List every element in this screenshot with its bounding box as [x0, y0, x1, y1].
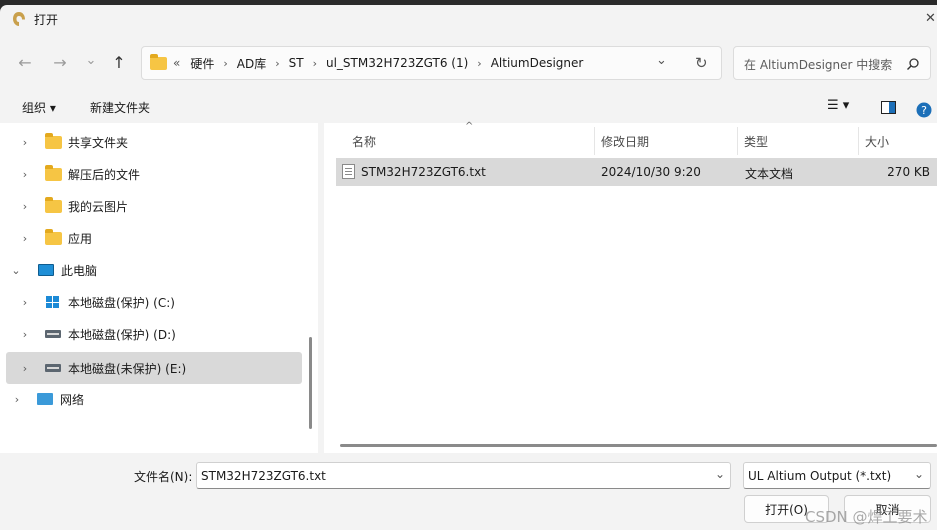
sidebar-item-label: 解压后的文件: [68, 167, 141, 182]
search-icon[interactable]: [906, 57, 920, 71]
navigation-scrollbar[interactable]: [309, 337, 312, 429]
sidebar-item-apps[interactable]: › 应用: [6, 223, 302, 253]
sort-ascending-icon: ^: [465, 121, 474, 132]
chevron-down-icon[interactable]: ⌄: [7, 264, 25, 277]
chevron-right-icon[interactable]: ›: [8, 393, 26, 406]
chevron-right-icon[interactable]: ›: [16, 168, 34, 181]
sidebar-item-drive-d[interactable]: › 本地磁盘(保护) (D:): [6, 319, 302, 349]
windows-drive-icon: [46, 296, 60, 308]
sidebar-item-label: 本地磁盘(未保护) (E:): [68, 361, 187, 376]
sidebar-item-label: 本地磁盘(保护) (C:): [68, 295, 175, 310]
chevron-right-icon[interactable]: ›: [16, 200, 34, 213]
chevron-right-icon[interactable]: ›: [16, 296, 34, 309]
search-input[interactable]: 在 AltiumDesigner 中搜索: [744, 56, 892, 73]
chevron-down-icon[interactable]: ⌄: [715, 467, 725, 481]
sidebar-item-network[interactable]: › 网络: [6, 384, 302, 414]
drive-icon: [45, 364, 61, 372]
chevron-right-icon: ›: [312, 56, 317, 70]
address-dropdown-icon[interactable]: ⌄: [656, 53, 667, 68]
chevron-right-icon[interactable]: ›: [16, 232, 34, 245]
chevron-right-icon: ›: [477, 56, 482, 70]
horizontal-scrollbar[interactable]: [340, 444, 937, 447]
filename-field[interactable]: STM32H723ZGT6.txt ⌄: [196, 462, 731, 489]
file-size: 270 KB: [887, 165, 930, 179]
shared-folder-icon: [44, 132, 62, 149]
column-header-size[interactable]: 大小: [865, 123, 889, 159]
sidebar-item-label: 我的云图片: [68, 199, 129, 214]
sidebar-item-label: 此电脑: [61, 263, 98, 278]
text-file-icon: [342, 164, 355, 179]
filter-value: UL Altium Output (*.txt): [748, 469, 892, 483]
sidebar-item-this-pc[interactable]: ⌄ 此电脑: [6, 255, 302, 285]
search-box[interactable]: 在 AltiumDesigner 中搜索: [733, 46, 931, 80]
refresh-icon[interactable]: ↻: [695, 54, 708, 72]
column-divider[interactable]: [737, 127, 738, 155]
sidebar-item-cloud-pictures[interactable]: › 我的云图片: [6, 191, 302, 221]
breadcrumb-item[interactable]: ST: [289, 56, 304, 70]
folder-icon: [44, 164, 62, 181]
breadcrumb-item[interactable]: ul_STM32H723ZGT6 (1): [326, 56, 468, 70]
open-file-dialog: 打开 ✕ ← → ⌄ ↑ « 硬件 › AD库 › ST › ul_STM32H…: [0, 5, 937, 530]
folder-icon: [150, 53, 167, 70]
chevron-right-icon: ›: [223, 56, 228, 70]
breadcrumb-item[interactable]: AltiumDesigner: [491, 56, 584, 70]
chevron-right-icon[interactable]: ›: [16, 328, 34, 341]
address-bar[interactable]: « 硬件 › AD库 › ST › ul_STM32H723ZGT6 (1) ›…: [141, 46, 722, 80]
svg-text:?: ?: [921, 104, 927, 117]
folder-icon: [44, 228, 62, 245]
network-icon: [37, 393, 53, 405]
app-logo-icon: [13, 12, 25, 26]
filename-value: STM32H723ZGT6.txt: [201, 469, 326, 483]
breadcrumb-item[interactable]: 硬件: [190, 55, 214, 72]
new-folder-button[interactable]: 新建文件夹: [90, 99, 150, 116]
forward-button[interactable]: →: [49, 51, 71, 73]
filename-label: 文件名(N):: [134, 470, 193, 484]
window-title: 打开: [34, 13, 59, 27]
column-header-modified[interactable]: 修改日期: [601, 123, 649, 159]
chevron-right-icon: ›: [275, 56, 280, 70]
computer-icon: [38, 264, 54, 276]
file-type: 文本文档: [745, 167, 794, 181]
drive-icon: [45, 330, 61, 338]
file-type-filter-select[interactable]: UL Altium Output (*.txt) ⌄: [743, 462, 931, 489]
sidebar-item-drive-c[interactable]: › 本地磁盘(保护) (C:): [6, 287, 302, 317]
sidebar-item-drive-e[interactable]: › 本地磁盘(未保护) (E:): [6, 352, 302, 384]
up-button[interactable]: ↑: [108, 51, 130, 73]
chevron-down-icon[interactable]: ⌄: [914, 467, 924, 481]
title-bar: 打开 ✕: [0, 5, 937, 33]
breadcrumb: « 硬件 › AD库 › ST › ul_STM32H723ZGT6 (1) ›…: [142, 47, 583, 79]
column-divider[interactable]: [594, 127, 595, 155]
sidebar-item-extracted-files[interactable]: › 解压后的文件: [6, 159, 302, 189]
back-button[interactable]: ←: [14, 51, 36, 73]
file-list: ^ 名称 修改日期 类型 大小 STM32H723ZGT6.txt 2024/1…: [324, 121, 937, 453]
breadcrumb-item[interactable]: AD库: [237, 55, 266, 72]
preview-pane-icon[interactable]: [881, 101, 896, 114]
chevron-right-icon[interactable]: ›: [16, 362, 34, 375]
chevron-right-icon[interactable]: ›: [16, 136, 34, 149]
recent-locations-button[interactable]: ⌄: [80, 49, 102, 71]
sidebar-item-label: 应用: [68, 231, 93, 246]
file-name: STM32H723ZGT6.txt: [361, 165, 486, 179]
sidebar-item-label: 本地磁盘(保护) (D:): [68, 327, 176, 342]
watermark: CSDN @焊工要术: [805, 508, 928, 526]
folder-icon: [44, 196, 62, 213]
view-menu-button[interactable]: ☰ ▾: [827, 98, 849, 113]
breadcrumb-overflow[interactable]: «: [173, 56, 180, 70]
column-divider[interactable]: [858, 127, 859, 155]
navigation-pane: › 共享文件夹 › 解压后的文件 › 我的云图片 › 应用 ⌄ 此电脑 › 本地…: [0, 123, 318, 453]
sidebar-item-shared-folder[interactable]: › 共享文件夹: [6, 127, 302, 157]
close-icon[interactable]: ✕: [925, 11, 936, 26]
file-modified: 2024/10/30 9:20: [601, 165, 701, 179]
organize-button[interactable]: 组织 ▾: [22, 99, 56, 116]
table-row[interactable]: STM32H723ZGT6.txt 2024/10/30 9:20 文本文档 2…: [336, 158, 937, 186]
column-header-name[interactable]: 名称: [352, 123, 376, 159]
sidebar-item-label: 共享文件夹: [68, 135, 129, 150]
column-header-type[interactable]: 类型: [744, 123, 768, 159]
help-icon[interactable]: ?: [916, 102, 932, 118]
sidebar-item-label: 网络: [60, 392, 85, 407]
